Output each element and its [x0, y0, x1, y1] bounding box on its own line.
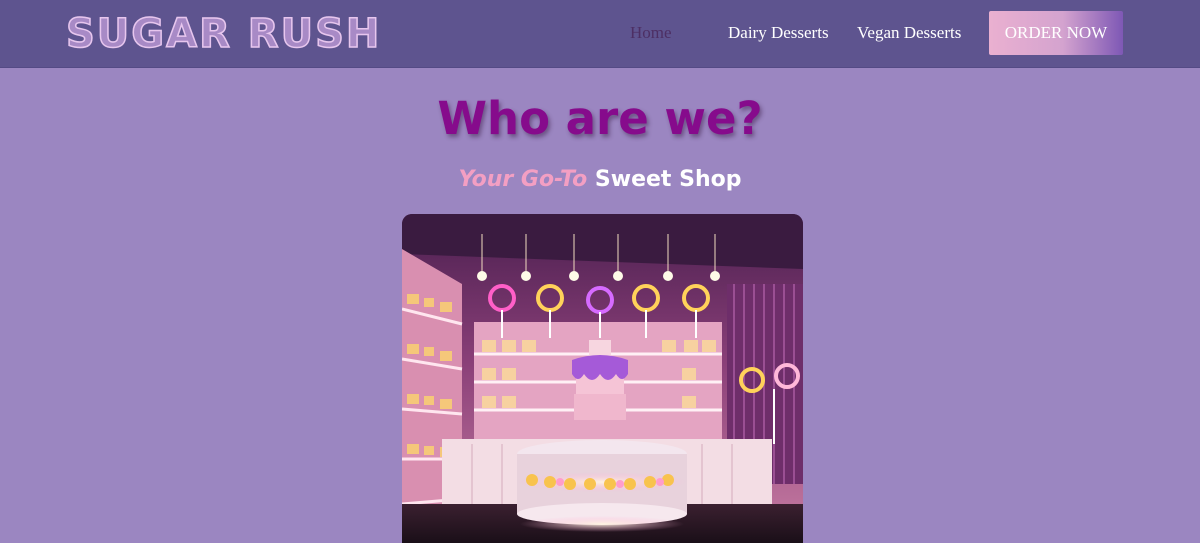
sweet-shop-image	[402, 214, 803, 543]
page-subheading: Your Go-To Sweet Shop	[0, 167, 1200, 192]
order-now-button[interactable]: ORDER NOW	[989, 11, 1123, 55]
navbar: SUGAR RUSH Home Dairy Desserts Vegan Des…	[0, 0, 1200, 68]
nav-link-vegan-desserts[interactable]: Vegan Desserts	[857, 23, 961, 43]
page-heading: Who are we?	[437, 92, 763, 145]
subheading-rest: Sweet Shop	[594, 167, 742, 192]
nav-link-dairy-desserts[interactable]: Dairy Desserts	[728, 23, 829, 43]
subheading-accent: Your Go-To	[458, 167, 588, 192]
nav-link-home[interactable]: Home	[630, 23, 672, 43]
site-logo[interactable]: SUGAR RUSH	[65, 6, 381, 62]
